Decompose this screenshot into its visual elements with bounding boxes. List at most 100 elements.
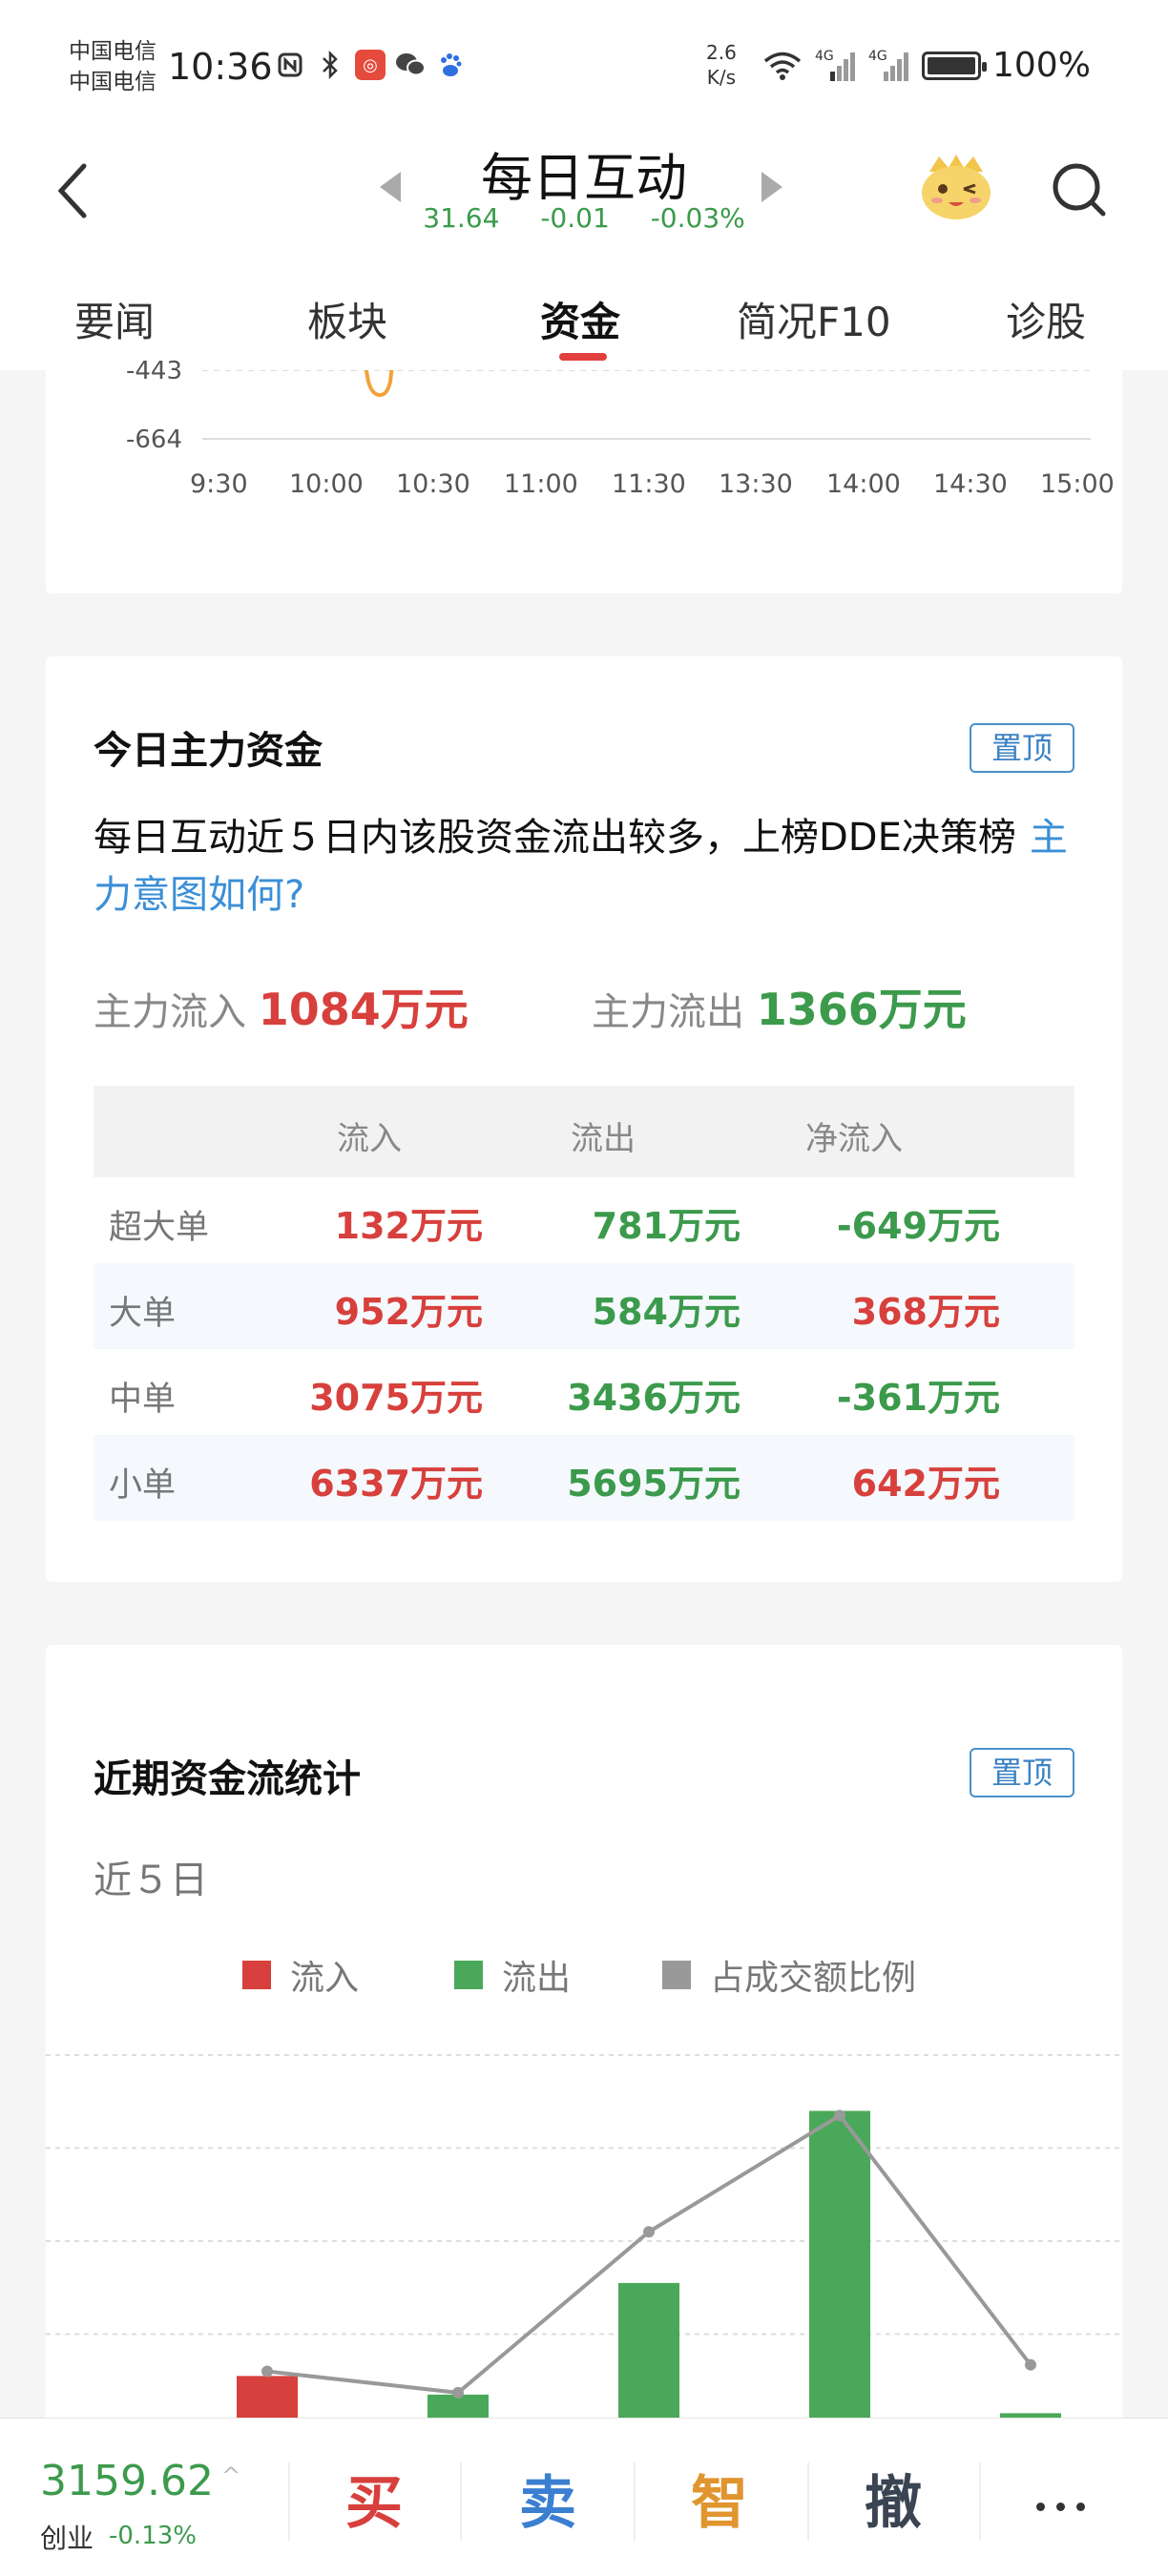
main-outflow-summary: 主力流出 1366万元 — [592, 975, 967, 1038]
divider — [979, 2462, 981, 2541]
ratio-point — [643, 2226, 655, 2238]
legend-item-inflow: 流入 — [242, 1950, 359, 2000]
wechat-icon — [395, 50, 426, 80]
next-stock-arrow-icon[interactable] — [761, 172, 782, 202]
mascot-avatar-icon[interactable] — [916, 151, 996, 223]
legend-swatch — [662, 1961, 691, 1989]
smart-button[interactable]: 智 — [662, 2457, 777, 2540]
divider — [460, 2462, 462, 2541]
tab-f10[interactable]: 简况F10 — [737, 290, 891, 348]
ratio-point — [834, 2109, 845, 2122]
sell-button[interactable]: 卖 — [490, 2457, 605, 2540]
main-capital-title: 今日主力资金 — [94, 729, 323, 773]
inflow-cell: 952万元 — [334, 1291, 483, 1333]
index-name: 创业 — [40, 2523, 94, 2554]
signal-icon-2: 4G — [868, 49, 910, 83]
search-icon — [1053, 163, 1106, 217]
divider — [288, 2462, 290, 2541]
net-cell: -361万元 — [836, 1377, 1000, 1419]
net-speed-value: 2.6 — [706, 41, 737, 64]
period-selector[interactable]: 近５日 — [94, 1849, 208, 1904]
carrier-1: 中国电信 — [69, 39, 156, 64]
x-axis-tick: 11:30 — [612, 469, 686, 499]
battery-level — [928, 56, 975, 74]
table-header: 流入 流出 净流入 — [94, 1086, 1074, 1177]
y-axis-label: -664 — [126, 426, 183, 454]
battery-percent: 100% — [992, 46, 1091, 85]
recent-flow-title: 近期资金流统计 — [94, 1757, 361, 1801]
clock: 10:36 — [168, 46, 273, 88]
ratio-point — [1025, 2358, 1036, 2371]
caret-up-icon: ^ — [221, 2462, 241, 2489]
recent-flow-chart — [46, 2054, 1122, 2427]
legend-swatch — [242, 1961, 271, 1989]
index-change: -0.13% — [109, 2522, 197, 2550]
cancel-order-button[interactable]: 撤 — [836, 2457, 950, 2540]
pin-top-button[interactable]: 置顶 — [970, 723, 1074, 773]
row-label: 中单 — [109, 1381, 177, 1419]
net-cell: 368万元 — [851, 1291, 1000, 1333]
search-button[interactable] — [1048, 158, 1111, 221]
main-inflow-summary: 主力流入 1084万元 — [94, 975, 469, 1038]
prev-stock-arrow-icon[interactable] — [380, 172, 401, 202]
battery-icon — [922, 51, 987, 80]
ratio-point — [261, 2365, 273, 2378]
capital-flow-table: 流入 流出 净流入 超大单 132万元 781万元 -649万元 大单 952万… — [94, 1086, 1074, 1521]
outflow-bar — [809, 2110, 870, 2427]
wifi-icon — [761, 51, 803, 81]
x-axis-tick: 15:00 — [1040, 469, 1115, 499]
outflow-value: 1366万元 — [756, 984, 967, 1035]
legend-swatch — [454, 1961, 483, 1989]
tab-capital[interactable]: 资金 — [540, 290, 620, 348]
outflow-cell: 5695万元 — [567, 1463, 740, 1505]
app-notification-icon: ◎ — [355, 50, 386, 80]
row-label: 小单 — [109, 1466, 177, 1505]
tab-diagnosis[interactable]: 诊股 — [1006, 290, 1086, 348]
trade-bottom-bar: 3159.62 ^ 创业 -0.13% 买 卖 智 撤 — [0, 2418, 1168, 2576]
status-bar: 中国电信 中国电信 10:36 ◎ 2.6 K/s 4G 4G 100% — [0, 0, 1168, 134]
table-row: 大单 952万元 584万元 368万元 — [94, 1263, 1074, 1349]
outflow-label: 主力流出 — [592, 990, 744, 1034]
x-axis-tick: 11:00 — [504, 469, 578, 499]
stock-change-pct: -0.03% — [650, 202, 745, 234]
intraday-flow-chart: -443 -664 9:30 10:00 10:30 11:00 11:30 1… — [46, 357, 1122, 593]
x-axis-tick: 13:30 — [719, 469, 793, 499]
notification-icons: ◎ — [275, 50, 466, 80]
legend-label: 流出 — [502, 1959, 572, 1998]
x-axis-tick: 10:30 — [396, 469, 470, 499]
tab-sector[interactable]: 板块 — [307, 290, 387, 348]
outflow-cell: 3436万元 — [567, 1377, 740, 1419]
x-axis-tick: 14:30 — [933, 469, 1008, 499]
tab-news[interactable]: 要闻 — [74, 290, 155, 348]
legend-item-outflow: 流出 — [454, 1950, 571, 2000]
description-text: 每日互动近５日内该股资金流出较多，上榜DDE决策榜 — [94, 816, 1016, 860]
column-header-outflow: 流出 — [571, 1120, 636, 1158]
inflow-cell: 132万元 — [334, 1205, 483, 1247]
pin-top-button[interactable]: 置顶 — [970, 1748, 1074, 1797]
more-icon[interactable] — [1036, 2503, 1085, 2511]
inflow-value: 1084万元 — [258, 984, 469, 1035]
stock-change: -0.01 — [540, 202, 610, 234]
table-row: 中单 3075万元 3436万元 -361万元 — [94, 1349, 1074, 1435]
main-capital-card: 今日主力资金 置顶 每日互动近５日内该股资金流出较多，上榜DDE决策榜 主力意图如… — [46, 656, 1122, 1582]
nfc-icon — [275, 50, 305, 80]
outflow-cell: 781万元 — [592, 1205, 740, 1247]
row-label: 超大单 — [109, 1209, 210, 1247]
table-row: 小单 6337万元 5695万元 642万元 — [94, 1435, 1074, 1521]
index-value[interactable]: 3159.62 — [40, 2457, 214, 2505]
active-tab-indicator — [559, 353, 607, 361]
net-speed-unit: K/s — [706, 66, 737, 89]
legend-label: 占成交额比例 — [710, 1959, 917, 1998]
divider — [634, 2462, 636, 2541]
network-speed: 2.6 K/s — [706, 40, 737, 90]
y-axis-label: -443 — [126, 357, 183, 385]
outflow-bar — [618, 2282, 679, 2427]
net-cell: -649万元 — [836, 1205, 1000, 1247]
net-cell: 642万元 — [851, 1463, 1000, 1505]
bluetooth-icon — [315, 50, 345, 80]
buy-button[interactable]: 买 — [317, 2457, 431, 2540]
capital-description: 每日互动近５日内该股资金流出较多，上榜DDE决策榜 主力意图如何? — [94, 809, 1076, 924]
table-row: 超大单 132万元 781万元 -649万元 — [94, 1177, 1074, 1263]
intraday-flow-line — [364, 370, 394, 398]
carrier-2: 中国电信 — [69, 70, 156, 94]
